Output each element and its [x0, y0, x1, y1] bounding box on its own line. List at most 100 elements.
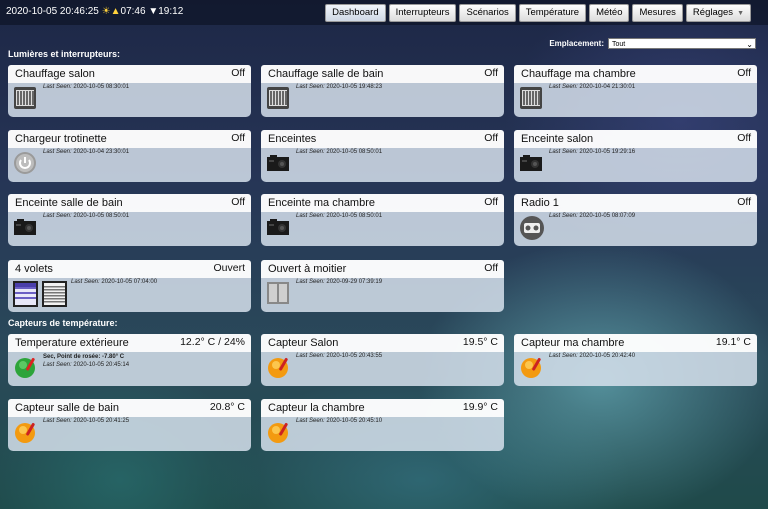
device-card-chargeur-trotinette[interactable]: Chargeur trotinette Off Last Seen: 2020-10… — [8, 130, 251, 182]
sunset-time: 19:12 — [158, 6, 184, 17]
device-status[interactable]: Off — [737, 132, 751, 144]
thermo-green-icon[interactable] — [13, 355, 37, 384]
nav-reglages-label: Réglages — [692, 7, 734, 18]
last-seen-value: 2020-10-05 20:42:40 — [579, 353, 636, 359]
device-name: Capteur ma chambre — [521, 337, 625, 349]
card-header: Capteur la chambre 19.9° C — [261, 399, 504, 417]
location-value: Tout — [612, 41, 626, 48]
last-seen: Last Seen: 2020-10-05 07:04:00 — [71, 279, 157, 285]
location-filter: Emplacement: Tout ⌄ — [549, 38, 756, 49]
nav-meteo[interactable]: Météo — [589, 4, 630, 22]
last-seen-value: 2020-10-05 20:45:14 — [73, 362, 130, 368]
device-name: Radio 1 — [521, 197, 559, 209]
device-status[interactable]: Off — [737, 67, 751, 79]
power-icon[interactable] — [13, 151, 37, 180]
nav-temperature[interactable]: Température — [518, 4, 587, 22]
last-seen-value: 2020-10-04 21:30:01 — [579, 84, 636, 90]
last-seen-label: Last Seen: — [549, 149, 580, 155]
nav-mesures[interactable]: Mesures — [632, 4, 683, 22]
card-body: Last Seen: 2020-10-05 08:50:01 — [261, 148, 504, 182]
device-card-enceinte-salon[interactable]: Enceinte salon Off Last Seen: 2020-10-05 1… — [514, 130, 757, 182]
device-name: Ouvert à moitier — [268, 263, 347, 275]
device-status[interactable]: Off — [484, 262, 498, 274]
device-card-4-volets[interactable]: 4 volets Ouvert Last Seen: 2020-10-05 07:0… — [8, 260, 251, 312]
speaker-icon[interactable] — [266, 215, 290, 244]
device-card-chauffage-salle-de-bain[interactable]: Chauffage salle de bain Off Last Seen: 202… — [261, 65, 504, 117]
device-status[interactable]: 20.8° C — [210, 401, 245, 413]
thermo-orange-icon[interactable] — [266, 420, 290, 449]
last-seen-label: Last Seen: — [296, 418, 327, 424]
radiator-icon[interactable] — [266, 86, 290, 115]
last-seen: Last Seen: 2020-10-04 23:30:01 — [43, 149, 129, 155]
device-name: Enceintes — [268, 133, 317, 145]
top-bar: 2020-10-05 20:46:25 ☀▲07:46 ▼19:12 Dashb… — [0, 0, 768, 25]
device-card-chauffage-salon[interactable]: Chauffage salon Off Last Seen: 2020-10-05 … — [8, 65, 251, 117]
device-name: Enceinte ma chambre — [268, 197, 375, 209]
device-status[interactable]: Off — [231, 196, 245, 208]
device-status[interactable]: Off — [484, 196, 498, 208]
nav-interrupteurs[interactable]: Interrupteurs — [388, 4, 457, 22]
card-body: Last Seen: 2020-10-05 20:41:25 — [8, 417, 251, 451]
nav-dashboard[interactable]: Dashboard — [325, 4, 386, 22]
sensor-card-capteur-salle-de-bain[interactable]: Capteur salle de bain 20.8° C Last Seen: 2… — [8, 399, 251, 451]
card-body: Last Seen: 2020-10-05 20:43:55 — [261, 352, 504, 386]
card-header: Ouvert à moitier Off — [261, 260, 504, 278]
device-card-enceinte-salle-de-bain[interactable]: Enceinte salle de bain Off Last Seen: 2020… — [8, 194, 251, 246]
device-status[interactable]: Off — [231, 132, 245, 144]
sensor-card-temperature-exterieure[interactable]: Temperature extérieure 12.2° C / 24% Sec, … — [8, 334, 251, 386]
thermo-orange-icon[interactable] — [13, 420, 37, 449]
device-status[interactable]: Off — [484, 67, 498, 79]
radiator-icon[interactable] — [519, 86, 543, 115]
sensor-card-capteur-la-chambre[interactable]: Capteur la chambre 19.9° C Last Seen: 2020… — [261, 399, 504, 451]
card-body: Last Seen: 2020-10-05 19:29:16 — [514, 148, 757, 182]
radiator-icon[interactable] — [13, 86, 37, 115]
device-card-enceinte-ma-chambre[interactable]: Enceinte ma chambre Off Last Seen: 2020-10… — [261, 194, 504, 246]
last-seen-label: Last Seen: — [43, 149, 74, 155]
last-seen-label: Last Seen: — [43, 418, 74, 424]
device-status[interactable]: 19.1° C — [716, 336, 751, 348]
last-seen: Last Seen: 2020-10-04 21:30:01 — [549, 84, 635, 90]
card-header: 4 volets Ouvert — [8, 260, 251, 278]
device-status[interactable]: Off — [231, 67, 245, 79]
thermo-orange-icon[interactable] — [519, 355, 543, 384]
last-seen: Last Seen: 2020-10-05 08:07:09 — [549, 213, 635, 219]
sensor-card-capteur-salon[interactable]: Capteur Salon 19.5° C Last Seen: 2020-10-0… — [261, 334, 504, 386]
last-seen-value: 2020-10-05 08:50:01 — [73, 213, 130, 219]
sunrise-icon: ☀▲ — [101, 6, 121, 17]
radio-icon[interactable] — [519, 215, 545, 246]
section-lights-title: Lumières et interrupteurs: — [8, 49, 121, 59]
last-seen-value: 2020-10-05 20:43:55 — [326, 353, 383, 359]
device-card-chauffage-ma-chambre[interactable]: Chauffage ma chambre Off Last Seen: 2020-1… — [514, 65, 757, 117]
nav-scenarios[interactable]: Scénarios — [459, 4, 516, 22]
device-status[interactable]: 19.5° C — [463, 336, 498, 348]
last-seen: Last Seen: 2020-10-05 08:50:01 — [296, 213, 382, 219]
card-body: Last Seen: 2020-10-05 19:48:23 — [261, 83, 504, 117]
last-seen: Last Seen: 2020-09-29 07:39:19 — [296, 279, 382, 285]
device-status[interactable]: 19.9° C — [463, 401, 498, 413]
location-select[interactable]: Tout ⌄ — [608, 38, 756, 49]
last-seen-value: 2020-10-04 23:30:01 — [73, 149, 130, 155]
last-seen: Last Seen: 2020-10-05 20:45:10 — [296, 418, 382, 424]
speaker-icon[interactable] — [13, 215, 37, 244]
sensor-card-capteur-ma-chambre[interactable]: Capteur ma chambre 19.1° C Last Seen: 2020… — [514, 334, 757, 386]
card-header: Enceinte salon Off — [514, 130, 757, 148]
card-header: Chauffage ma chambre Off — [514, 65, 757, 83]
device-card-enceintes[interactable]: Enceintes Off Last Seen: 2020-10-05 08:50:… — [261, 130, 504, 182]
device-card-ouvert-a-moitier[interactable]: Ouvert à moitier Off Last Seen: 2020-09-29… — [261, 260, 504, 312]
speaker-icon[interactable] — [266, 151, 290, 180]
device-status[interactable]: Off — [737, 196, 751, 208]
device-name: Temperature extérieure — [15, 337, 129, 349]
device-status[interactable]: Ouvert — [213, 262, 245, 274]
nav-reglages[interactable]: Réglages ▼ — [685, 4, 751, 22]
thermo-orange-icon[interactable] — [266, 355, 290, 384]
blinds-icon[interactable] — [13, 281, 67, 312]
device-status[interactable]: 12.2° C / 24% — [180, 336, 245, 348]
device-status[interactable]: Off — [484, 132, 498, 144]
device-card-radio-1[interactable]: Radio 1 Off Last Seen: 2020-10-05 08:07:09 — [514, 194, 757, 246]
door-icon[interactable] — [266, 281, 290, 310]
speaker-icon[interactable] — [519, 151, 543, 180]
card-header: Chauffage salon Off — [8, 65, 251, 83]
main-nav: Dashboard Interrupteurs Scénarios Tempér… — [325, 4, 751, 22]
sunrise-time: 07:46 — [120, 6, 146, 17]
location-label: Emplacement: — [549, 39, 604, 48]
